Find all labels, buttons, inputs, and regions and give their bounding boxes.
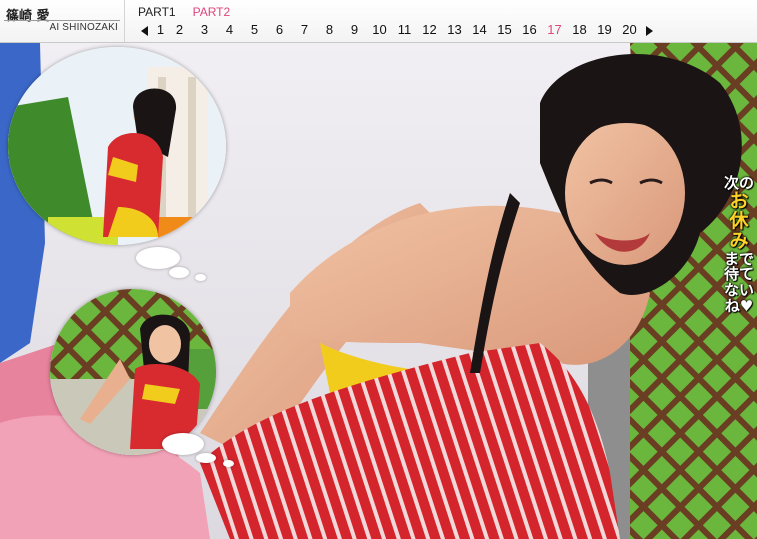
inset-photo-bubble-1[interactable] <box>8 47 226 245</box>
page-link-6[interactable]: 6 <box>267 22 292 37</box>
thought-dot <box>162 433 204 455</box>
caption-line-3: まで待てないね♥ <box>723 249 754 315</box>
page-link-7[interactable]: 7 <box>292 22 317 37</box>
page-link-2[interactable]: 2 <box>167 22 192 37</box>
triangle-right-icon[interactable] <box>646 25 653 36</box>
top-navigation-bar: 篠崎 愛 AI SHINOZAKI PART1 PART2 1 2 3 4 5 6 7 8 9 10… <box>0 0 757 43</box>
page-link-5[interactable]: 5 <box>242 22 267 37</box>
thought-dot <box>195 274 206 281</box>
tab-part2[interactable]: PART2 <box>193 5 231 19</box>
page-link-11[interactable]: 11 <box>392 22 417 37</box>
vertical-caption: 次の お休み まで待てないね♥ <box>722 175 756 315</box>
thought-dot <box>169 267 189 278</box>
model-name-japanese: 篠崎 愛 <box>6 9 50 24</box>
page-link-10[interactable]: 10 <box>367 22 392 37</box>
page-link-12[interactable]: 12 <box>417 22 442 37</box>
model-name-block: 篠崎 愛 AI SHINOZAKI <box>0 0 125 42</box>
page-link-4[interactable]: 4 <box>217 22 242 37</box>
caption-line-2: お休み <box>729 189 749 252</box>
page-link-13[interactable]: 13 <box>442 22 467 37</box>
name-underline <box>4 20 120 21</box>
page-link-15[interactable]: 15 <box>492 22 517 37</box>
page-link-9[interactable]: 9 <box>342 22 367 37</box>
page-link-8[interactable]: 8 <box>317 22 342 37</box>
thought-dot <box>223 460 234 467</box>
page-link-14[interactable]: 14 <box>467 22 492 37</box>
tab-part1[interactable]: PART1 <box>138 5 176 19</box>
thought-dot <box>136 247 180 269</box>
model-name-english: AI SHINOZAKI <box>49 22 118 33</box>
inset-photo-bubble-2[interactable] <box>50 289 216 455</box>
page-link-16[interactable]: 16 <box>517 22 542 37</box>
page-link-19[interactable]: 19 <box>592 22 617 37</box>
main-photo <box>0 43 757 539</box>
page-link-3[interactable]: 3 <box>192 22 217 37</box>
page-navigator: 1 2 3 4 5 6 7 8 9 10 11 12 13 14 15 16 17 18 19 20 <box>141 22 653 38</box>
page-link-1[interactable]: 1 <box>154 22 167 37</box>
inset-photo-2-illustration <box>50 289 216 455</box>
thought-dot <box>196 453 216 463</box>
page-link-18[interactable]: 18 <box>567 22 592 37</box>
part-tabs: PART1 PART2 <box>138 5 247 19</box>
page-link-17-current[interactable]: 17 <box>542 22 567 37</box>
triangle-left-icon[interactable] <box>141 25 148 36</box>
page-link-20[interactable]: 20 <box>617 22 642 37</box>
inset-photo-1-illustration <box>8 47 226 245</box>
